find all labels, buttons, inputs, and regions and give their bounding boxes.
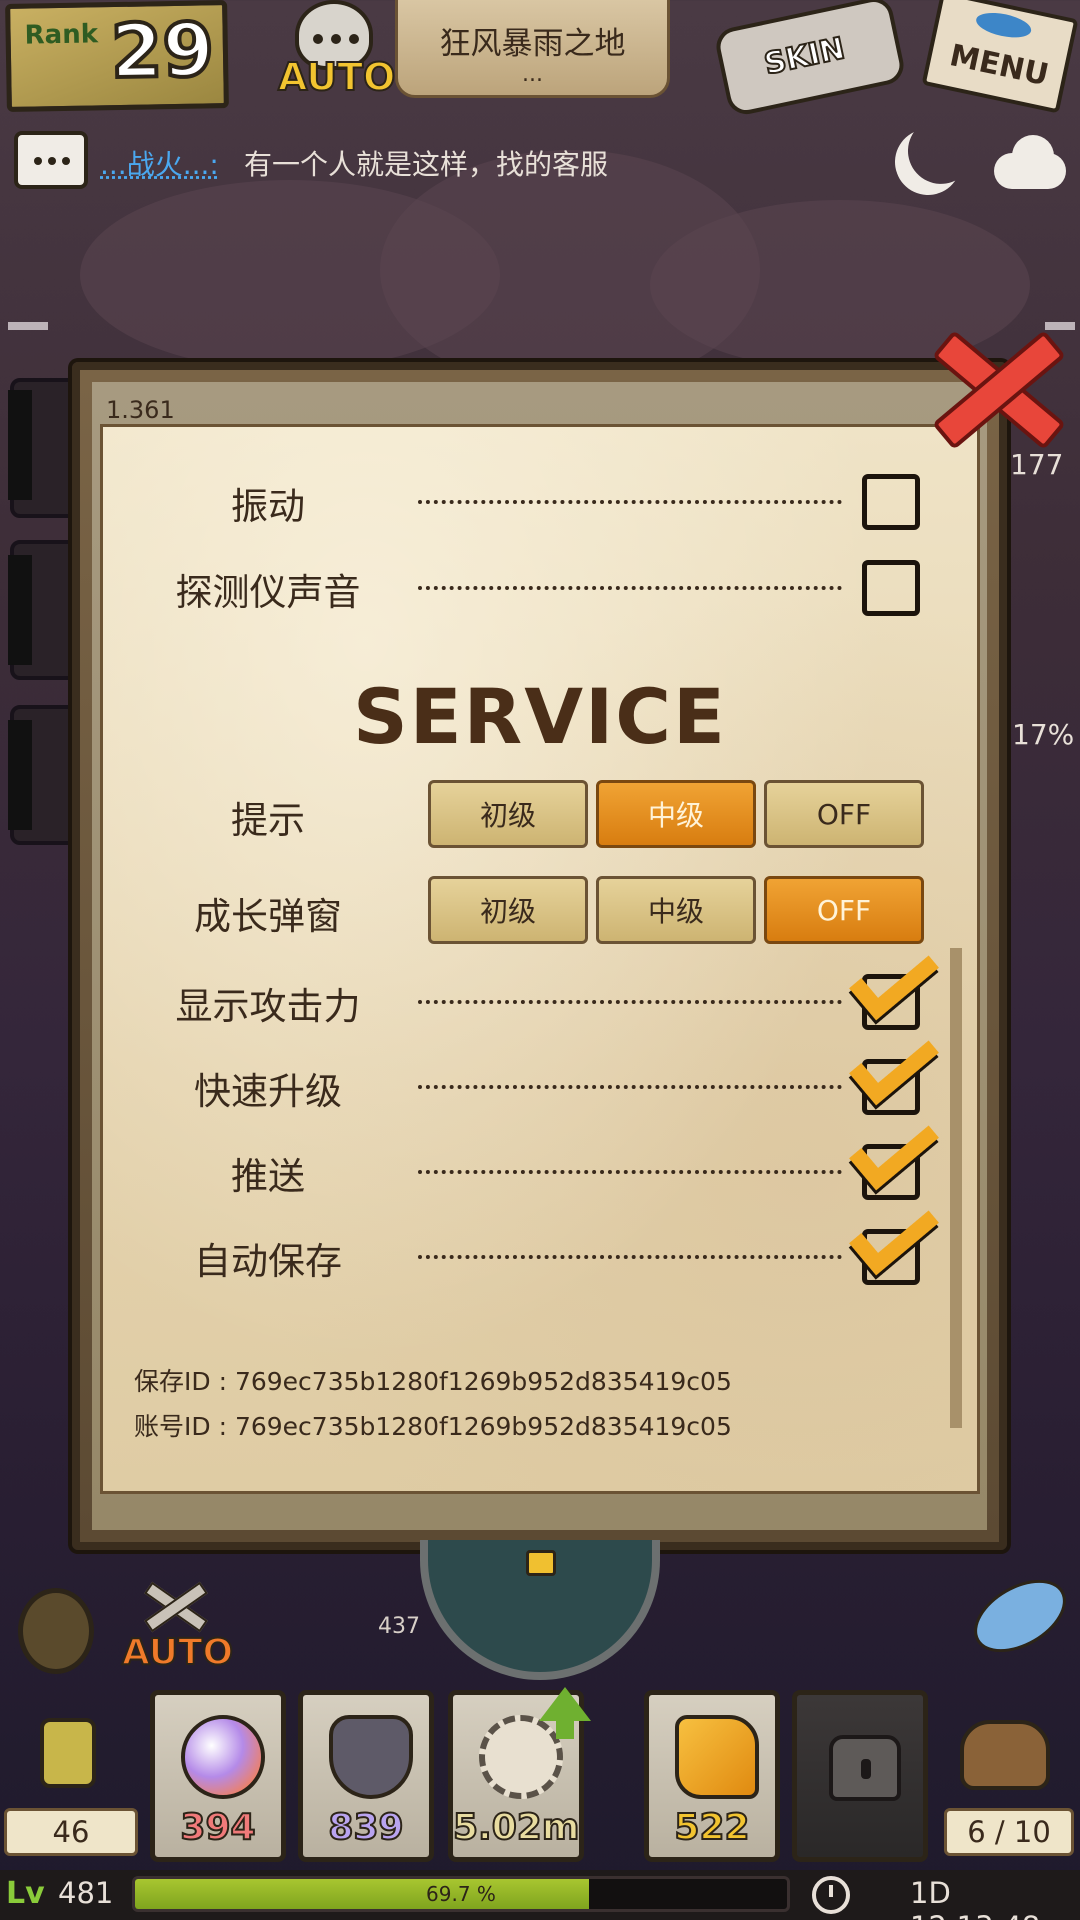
bg-slot-edge	[8, 390, 32, 500]
hint-option-medium[interactable]: 中级	[596, 780, 756, 848]
bottom-hud: 437 AUTO 46 394 839 5.02m 522 6 / 10 Lv …	[0, 1540, 1080, 1920]
crossed-swords-icon	[138, 1578, 206, 1630]
auto-label: AUTO	[277, 54, 396, 100]
basket-icon[interactable]	[950, 1700, 1060, 1800]
bg-slot-edge	[8, 555, 32, 665]
section-title-service: SERVICE	[353, 672, 727, 761]
hint-option-basic[interactable]: 初级	[428, 780, 588, 848]
setting-label-quick-upgrade: 快速升级	[194, 1070, 342, 1113]
lock-icon	[829, 1735, 901, 1801]
settings-scrollbar[interactable]	[950, 948, 962, 1428]
upgrade-arrow-icon	[539, 1687, 591, 1739]
leader-dots	[418, 586, 842, 590]
orb-count: 394	[179, 1806, 256, 1849]
setting-label-vibration: 振动	[231, 485, 305, 528]
basket-count: 6 / 10	[944, 1808, 1074, 1856]
depth-dial	[420, 1540, 660, 1680]
leader-dots	[418, 1255, 842, 1259]
gold-nugget-icon	[675, 1715, 759, 1799]
skin-label: SKIN	[760, 30, 849, 83]
leader-dots	[418, 1170, 842, 1174]
vibration-checkbox[interactable]	[862, 474, 920, 530]
cloud-upload-icon[interactable]	[990, 135, 1070, 191]
auto-attack-label: AUTO	[121, 1631, 234, 1674]
chat-message: 有一个人就是这样，找的客服	[244, 148, 609, 181]
rank-badge[interactable]: Rank 29	[5, 0, 229, 112]
menu-button[interactable]: MENU	[921, 0, 1079, 114]
inventory-slot-gear[interactable]: 5.02m	[448, 1687, 591, 1862]
zone-subtitle: ...	[522, 62, 543, 87]
top-hud: Rank 29 AUTO 狂风暴雨之地 ... SKIN MENU	[0, 0, 1080, 118]
shield-icon	[329, 1715, 413, 1799]
chat-row: ...战火...: 有一个人就是这样，找的客服	[0, 125, 1080, 200]
auto-button-top[interactable]: AUTO	[270, 0, 400, 108]
gear-icon	[479, 1715, 563, 1799]
distance-label: 437	[378, 1614, 420, 1639]
level-icon: Lv	[6, 1876, 45, 1911]
timer-value: 1D 12:13:48	[910, 1876, 1040, 1920]
hint-option-off[interactable]: OFF	[764, 780, 924, 848]
gold-count: 522	[673, 1806, 750, 1849]
lantern-count: 46	[4, 1808, 138, 1856]
leader-dots	[418, 1000, 842, 1004]
leader-dots	[418, 500, 842, 504]
close-icon[interactable]	[918, 315, 1068, 455]
setting-label-show-attack: 显示攻击力	[175, 985, 361, 1028]
clock-icon	[812, 1876, 850, 1914]
auto-save-checkbox[interactable]	[849, 1190, 939, 1285]
shield-count: 839	[327, 1806, 404, 1849]
dial-knob	[526, 1550, 556, 1576]
fish-icon	[973, 8, 1034, 42]
orb-icon	[181, 1715, 265, 1799]
account-id: 账号ID : 769ec735b1280f1269b952d835419c05	[134, 1412, 732, 1441]
inventory-slot-gold[interactable]: 522	[644, 1690, 780, 1862]
chat-icon[interactable]	[14, 131, 88, 189]
setting-label-detector-sound: 探测仪声音	[175, 571, 361, 614]
setting-label-hint: 提示	[231, 799, 305, 842]
lantern-icon[interactable]	[18, 1700, 118, 1810]
gear-count: 5.02m	[452, 1806, 580, 1849]
bg-slot-edge	[8, 720, 32, 830]
setting-label-push: 推送	[231, 1155, 305, 1198]
bg-right-percent: 17%	[1012, 718, 1075, 751]
compass-icon[interactable]	[18, 1588, 94, 1674]
level-bar: Lv 481 69.7 % 1D 12:13:48	[0, 1870, 1080, 1920]
menu-label: MENU	[946, 38, 1052, 94]
xp-percent-text: 69.7 %	[426, 1882, 496, 1906]
growth-option-medium[interactable]: 中级	[596, 876, 756, 944]
rank-value: 29	[108, 5, 216, 97]
rank-label: Rank	[24, 19, 99, 51]
zone-banner[interactable]: 狂风暴雨之地 ...	[395, 0, 670, 98]
inventory-slot-shield[interactable]: 839	[298, 1690, 434, 1862]
xp-progress-bar: 69.7 %	[132, 1876, 790, 1912]
chat-username[interactable]: ...战火...:	[100, 143, 219, 183]
detector-sound-checkbox[interactable]	[862, 560, 920, 616]
fish-icon[interactable]	[961, 1565, 1079, 1667]
zone-name: 狂风暴雨之地	[439, 26, 626, 62]
moon-icon[interactable]	[886, 120, 971, 205]
inventory-slot-orb[interactable]: 394	[150, 1690, 286, 1862]
setting-label-auto-save: 自动保存	[194, 1240, 342, 1283]
growth-option-basic[interactable]: 初级	[428, 876, 588, 944]
version-label: 1.361	[106, 396, 175, 424]
skin-button[interactable]: SKIN	[712, 0, 908, 118]
setting-label-growth-popup: 成长弹窗	[194, 895, 342, 938]
leader-dots	[418, 1085, 842, 1089]
auto-attack-button[interactable]: AUTO	[118, 1578, 234, 1678]
level-value: 481	[58, 1876, 114, 1910]
growth-option-off[interactable]: OFF	[764, 876, 924, 944]
save-id: 保存ID : 769ec735b1280f1269b952d835419c05	[134, 1367, 732, 1396]
inventory-slot-locked[interactable]	[792, 1690, 928, 1862]
bg-marker	[8, 322, 48, 330]
